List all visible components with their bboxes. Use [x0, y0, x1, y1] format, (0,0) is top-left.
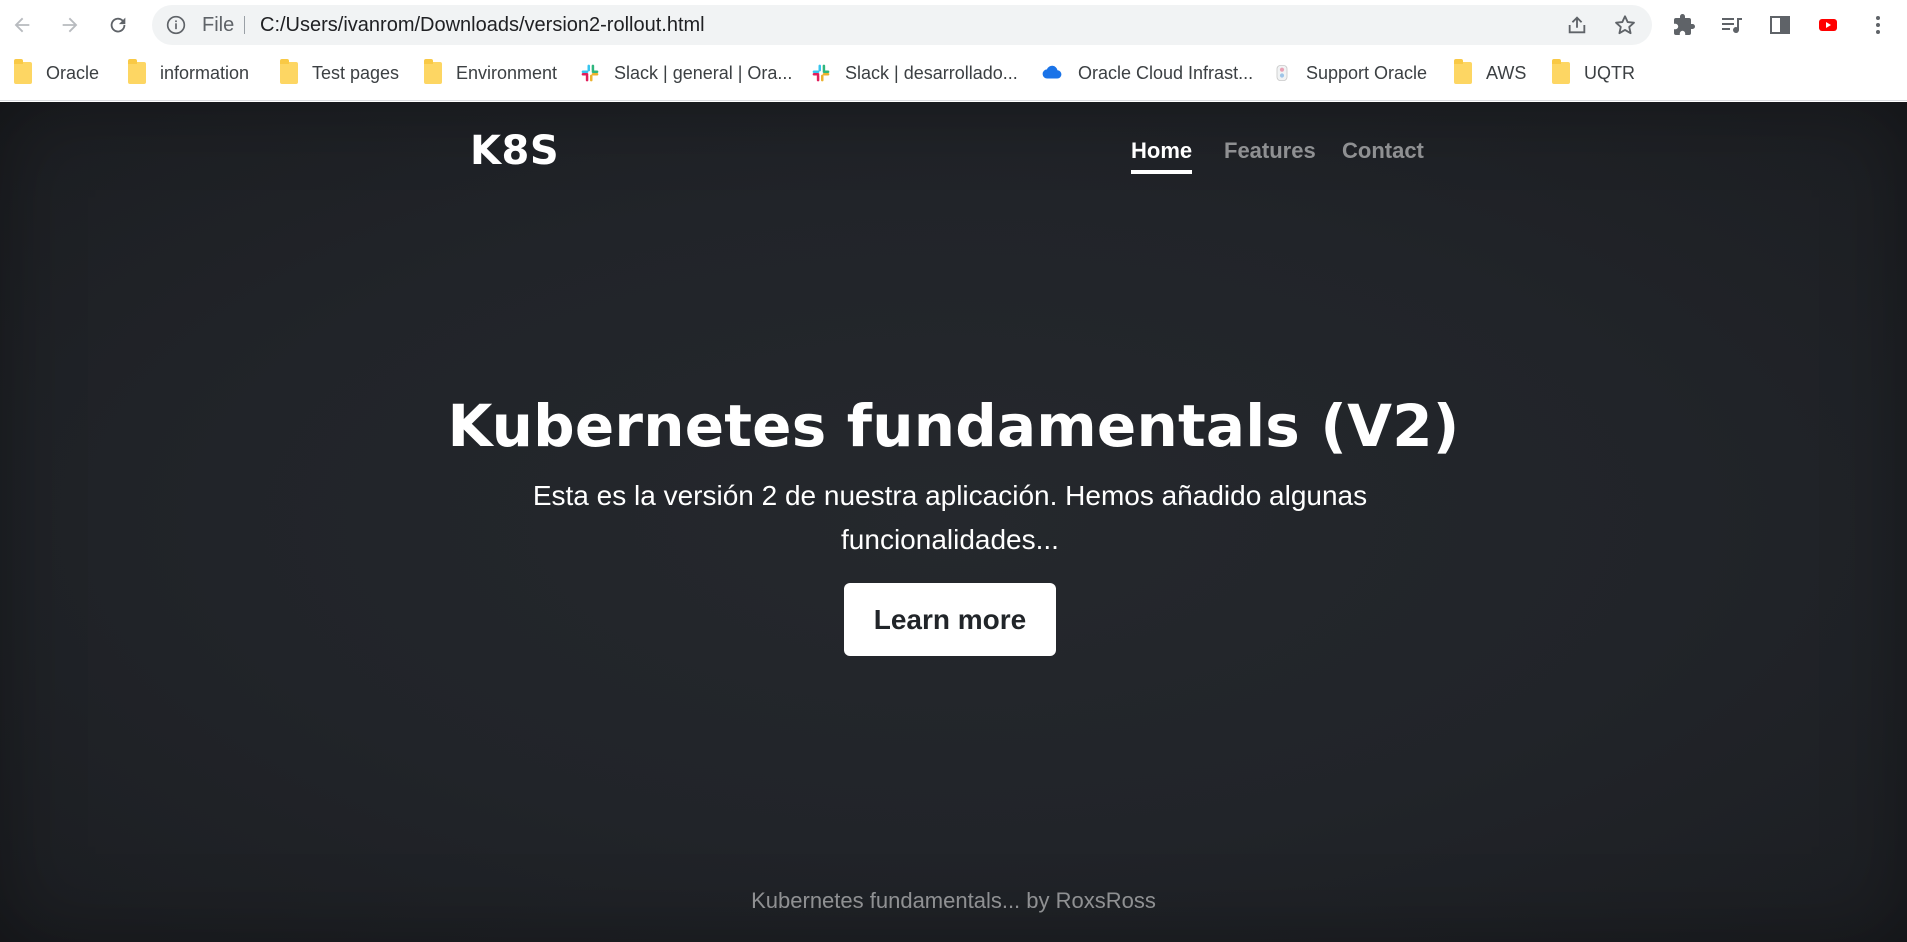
bookmark-oracle[interactable]: Oracle: [14, 59, 100, 86]
reload-button[interactable]: [100, 7, 136, 43]
media-queue-icon[interactable]: [1720, 13, 1744, 37]
bookmark-aws[interactable]: AWS: [1454, 59, 1527, 86]
bookmark-uqtr[interactable]: UQTR: [1552, 59, 1635, 86]
bookmark-support-oracle[interactable]: Support Oracle: [1272, 60, 1427, 86]
forward-button[interactable]: [52, 7, 88, 43]
bookmark-label: information: [160, 62, 250, 83]
learn-more-button[interactable]: Learn more: [844, 583, 1056, 656]
slack-icon: [581, 64, 599, 82]
bookmark-slack-desarrollado[interactable]: Slack | desarrollado...: [811, 60, 1018, 86]
support-icon: [1276, 65, 1288, 81]
info-icon[interactable]: [166, 15, 186, 35]
bookmark-environment[interactable]: Environment: [424, 59, 558, 86]
bookmark-label: UQTR: [1584, 62, 1635, 83]
url-text[interactable]: C:/Users/ivanrom/Downloads/version2-roll…: [260, 5, 705, 45]
folder-icon: [280, 59, 298, 84]
address-bar[interactable]: File C:/Users/ivanrom/Downloads/version2…: [152, 5, 1652, 45]
bookmark-slack-general[interactable]: Slack | general | Ora...: [580, 60, 792, 86]
extensions-puzzle-icon[interactable]: [1672, 13, 1696, 37]
back-button[interactable]: [4, 7, 40, 43]
folder-icon: [128, 59, 146, 84]
bookmarks-bar: Oracle information Test pages Environmen…: [0, 50, 1907, 101]
bookmark-information[interactable]: information: [128, 59, 250, 86]
folder-icon: [1454, 59, 1472, 84]
youtube-icon[interactable]: [1816, 13, 1840, 37]
arrow-left-icon: [14, 17, 30, 33]
share-icon[interactable]: [1566, 14, 1588, 36]
bookmark-label: AWS: [1486, 62, 1527, 83]
browser-toolbar: File C:/Users/ivanrom/Downloads/version2…: [0, 0, 1907, 50]
nav-features[interactable]: Features: [1224, 138, 1316, 164]
cloud-icon: [1042, 65, 1062, 79]
folder-icon: [1552, 59, 1570, 84]
reload-icon: [110, 17, 126, 33]
bookmark-label: Slack | desarrollado...: [845, 62, 1018, 83]
bookmark-star-icon[interactable]: [1614, 14, 1636, 36]
folder-icon: [14, 59, 32, 84]
bookmark-label: Oracle Cloud Infrast...: [1078, 62, 1254, 83]
side-panel-icon[interactable]: [1768, 13, 1792, 37]
footer-text: Kubernetes fundamentals... by RoxsRoss: [751, 888, 1156, 913]
bookmark-label: Oracle: [46, 62, 100, 83]
page-viewport: K8S Home Features Contact Kubernetes fun…: [0, 102, 1907, 942]
hero-title: Kubernetes fundamentals (V2): [447, 392, 1460, 460]
nav-contact[interactable]: Contact: [1342, 138, 1424, 164]
bookmark-test-pages[interactable]: Test pages: [280, 59, 400, 86]
site-brand[interactable]: K8S: [470, 128, 559, 174]
bookmark-label: Support Oracle: [1306, 62, 1428, 83]
arrow-right-icon: [62, 17, 78, 33]
scheme-label: File: [202, 14, 235, 36]
bookmark-label: Test pages: [312, 62, 400, 83]
bookmark-label: Environment: [456, 62, 558, 83]
bookmark-oracle-cloud[interactable]: Oracle Cloud Infrast...: [1040, 60, 1253, 86]
slack-icon: [812, 64, 830, 82]
omnibox-divider: [244, 16, 245, 34]
nav-home[interactable]: Home: [1131, 138, 1193, 174]
hero-subtitle: Esta es la versión 2 de nuestra aplicaci…: [532, 480, 1368, 555]
browser-menu-icon[interactable]: [1866, 13, 1890, 37]
bookmark-label: Slack | general | Ora...: [614, 62, 793, 83]
folder-icon: [424, 59, 442, 84]
